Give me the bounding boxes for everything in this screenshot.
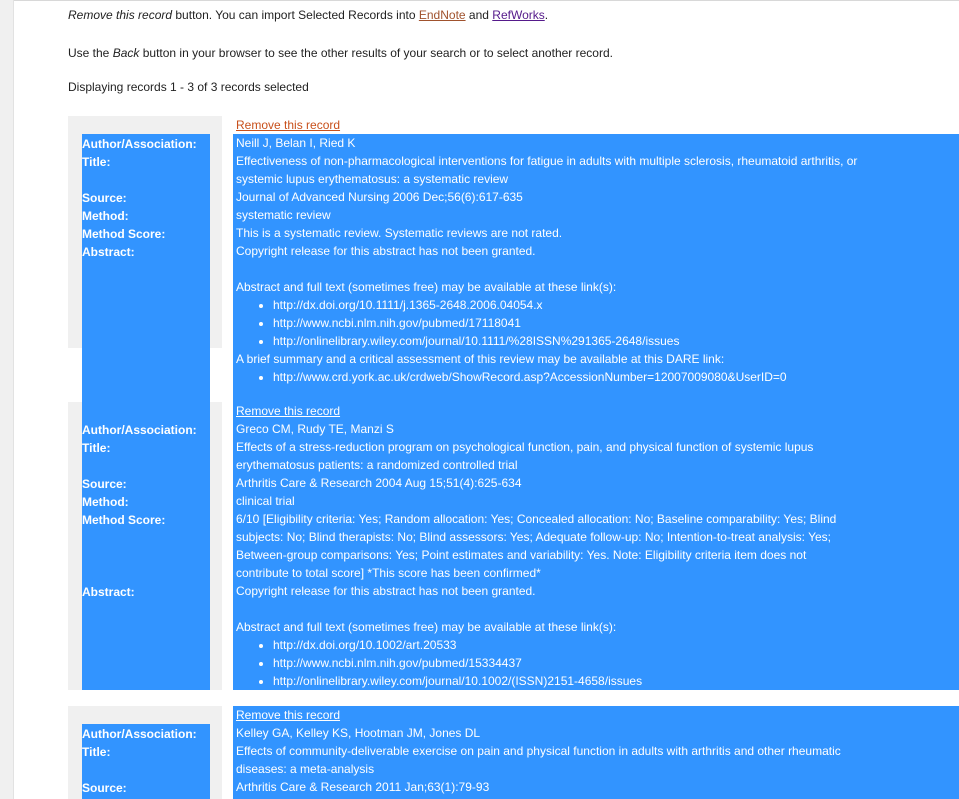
- record-method-score: This is a systematic review. Systematic …: [236, 226, 563, 240]
- bullet-icon: [259, 680, 263, 684]
- source-label: Source:: [82, 781, 127, 795]
- dare-link[interactable]: http://www.crd.york.ac.uk/crdweb/ShowRec…: [260, 370, 787, 384]
- remove-record-link[interactable]: Remove this record: [236, 708, 340, 722]
- back-italic: Back: [112, 46, 140, 60]
- list-item: http://dx.doi.org/10.1111/j.1365-2648.20…: [236, 296, 956, 314]
- record-authors: Neill J, Belan I, Ried K: [236, 136, 356, 150]
- author-label: Author/Association:: [82, 137, 197, 151]
- bullet-icon: [259, 376, 263, 380]
- record-title-line: erythematosus patients: a randomized con…: [236, 458, 518, 472]
- list-item: http://onlinelibrary.wiley.com/journal/1…: [236, 672, 956, 690]
- doi-link[interactable]: http://dx.doi.org/10.1002/art.20533: [260, 638, 456, 652]
- remove-record-italic: Remove this record: [68, 8, 173, 22]
- intro-text: button. You can import Selected Records …: [172, 8, 419, 22]
- record-abstract: Copyright release for this abstract has …: [236, 244, 536, 258]
- bullet-icon: [259, 644, 263, 648]
- record-method-score-line: subjects: No; Blind therapists: No; Blin…: [236, 530, 831, 544]
- abstract-label: Abstract:: [82, 245, 135, 259]
- record-1-labels-highlight: [82, 134, 210, 384]
- author-label: Author/Association:: [82, 423, 197, 437]
- doi-link[interactable]: http://dx.doi.org/10.1111/j.1365-2648.20…: [260, 298, 543, 312]
- refworks-link[interactable]: RefWorks: [492, 8, 544, 22]
- method-score-label: Method Score:: [82, 513, 166, 527]
- record-method-score-line: 6/10 [Eligibility criteria: Yes; Random …: [236, 512, 837, 526]
- remove-record-link[interactable]: Remove this record: [236, 404, 340, 418]
- list-item: http://dx.doi.org/10.1002/art.20533: [236, 636, 956, 654]
- bullet-icon: [259, 662, 263, 666]
- journal-link[interactable]: http://onlinelibrary.wiley.com/journal/1…: [260, 674, 642, 688]
- records-count: Displaying records 1 - 3 of 3 records se…: [68, 80, 309, 94]
- record-authors: Greco CM, Rudy TE, Manzi S: [236, 422, 394, 436]
- intro-text: button in your browser to see the other …: [139, 46, 613, 60]
- period: .: [544, 8, 549, 22]
- title-label: Title:: [82, 155, 111, 169]
- list-item: http://www.ncbi.nlm.nih.gov/pubmed/15334…: [236, 654, 956, 672]
- record-title-line: Effectiveness of non-pharmacological int…: [236, 154, 858, 168]
- pubmed-link[interactable]: http://www.ncbi.nlm.nih.gov/pubmed/17118…: [260, 316, 521, 330]
- method-label: Method:: [82, 495, 129, 509]
- dare-intro: A brief summary and a critical assessmen…: [236, 352, 725, 366]
- record-abstract: Copyright release for this abstract has …: [236, 584, 536, 598]
- bullet-icon: [259, 340, 263, 344]
- record-title-line: systemic lupus erythematosus: a systemat…: [236, 172, 509, 186]
- author-label: Author/Association:: [82, 727, 197, 741]
- intro-line-2: Use the Back button in your browser to s…: [68, 46, 948, 60]
- source-label: Source:: [82, 477, 127, 491]
- intro-line-1: Remove this record button. You can impor…: [68, 8, 948, 22]
- record-source: Arthritis Care & Research 2004 Aug 15;51…: [236, 476, 522, 490]
- links-intro: Abstract and full text (sometimes free) …: [236, 620, 617, 634]
- list-item: http://onlinelibrary.wiley.com/journal/1…: [236, 332, 956, 350]
- journal-link[interactable]: http://onlinelibrary.wiley.com/journal/1…: [260, 334, 679, 348]
- record-method: systematic review: [236, 208, 331, 222]
- record-title-line: Effects of a stress-reduction program on…: [236, 440, 814, 454]
- record-source: Journal of Advanced Nursing 2006 Dec;56(…: [236, 190, 523, 204]
- record-1-values: Remove this record Neill J, Belan I, Rie…: [236, 116, 956, 386]
- links-intro: Abstract and full text (sometimes free) …: [236, 280, 617, 294]
- pubmed-link[interactable]: http://www.ncbi.nlm.nih.gov/pubmed/15334…: [260, 656, 522, 670]
- remove-record-link[interactable]: Remove this record: [236, 118, 341, 132]
- and-text: and: [465, 8, 493, 22]
- record-method-score-line: contribute to total score] *This score h…: [236, 566, 541, 580]
- window-left-gutter: [0, 0, 13, 799]
- title-label: Title:: [82, 745, 111, 759]
- gutter-divider: [13, 0, 14, 799]
- method-score-label: Method Score:: [82, 227, 166, 241]
- record-title-line: diseases: a meta-analysis: [236, 762, 375, 776]
- endnote-link[interactable]: EndNote: [419, 8, 466, 22]
- bullet-icon: [259, 304, 263, 308]
- list-item: http://www.ncbi.nlm.nih.gov/pubmed/17118…: [236, 314, 956, 332]
- record-method: clinical trial: [236, 494, 295, 508]
- record-2-values: Remove this record Greco CM, Rudy TE, Ma…: [236, 402, 956, 690]
- abstract-label: Abstract:: [82, 585, 135, 599]
- bullet-icon: [259, 322, 263, 326]
- title-label: Title:: [82, 441, 111, 455]
- record-title-line: Effects of community-deliverable exercis…: [236, 744, 841, 758]
- top-rule: [14, 0, 959, 1]
- intro-text: Use the: [68, 46, 113, 60]
- record-method-score-line: Between-group comparisons: Yes; Point es…: [236, 548, 807, 562]
- source-label: Source:: [82, 191, 127, 205]
- record-3-values: Remove this record Kelley GA, Kelley KS,…: [236, 706, 956, 796]
- record-authors: Kelley GA, Kelley KS, Hootman JM, Jones …: [236, 726, 481, 740]
- record-source: Arthritis Care & Research 2011 Jan;63(1)…: [236, 780, 490, 794]
- method-label: Method:: [82, 209, 129, 223]
